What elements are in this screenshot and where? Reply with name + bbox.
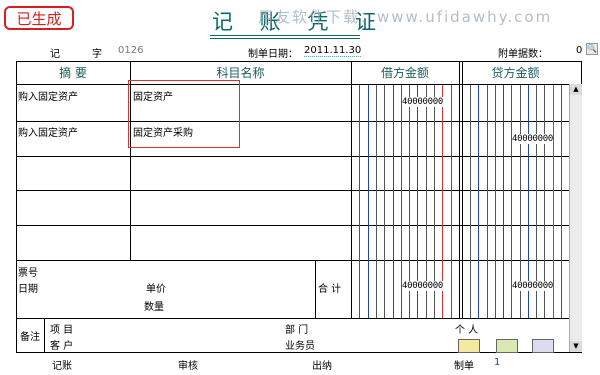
digit-grid-line: [470, 85, 472, 318]
customer-label: 客 户: [50, 341, 74, 352]
date-label-bottom: 日期: [18, 284, 38, 295]
col-credit: 贷方金额: [491, 66, 540, 80]
voucher-table: [16, 61, 582, 353]
col-account: 科目名称: [216, 66, 265, 80]
search-icon[interactable]: 🔍: [586, 43, 598, 55]
voucher-number[interactable]: 0126: [118, 45, 143, 56]
attachments-label: 附单据数：: [498, 49, 548, 60]
col-divider: [315, 260, 316, 318]
digit-grid-line: [450, 85, 452, 318]
watermark: 用友软件下载：www.ufidawhy.com: [258, 8, 553, 26]
selection-highlight: [128, 80, 240, 148]
col-divider: [459, 62, 460, 318]
salesman-label: 业务员: [285, 341, 315, 352]
col-divider: [462, 62, 463, 318]
row2-summary[interactable]: 购入固定资产: [18, 124, 78, 139]
scroll-up-icon[interactable]: ▲: [570, 84, 582, 95]
voucher-word-label: 记: [50, 49, 60, 60]
quantity-label: 数量: [144, 302, 164, 313]
unit-price-label: 单价: [146, 284, 166, 295]
date-label: 制单日期：: [248, 49, 298, 60]
col-divider: [44, 318, 45, 352]
project-label: 项 目: [50, 325, 74, 336]
row1-summary[interactable]: 购入固定资产: [18, 88, 78, 103]
status-stamp: 已生成: [4, 6, 74, 30]
department-label: 部 门: [285, 325, 309, 336]
credit-total: 40000000: [512, 281, 553, 291]
col-debit: 借方金额: [380, 66, 429, 80]
attachments-count[interactable]: 0: [576, 45, 582, 56]
maker-label: 制单: [454, 361, 474, 372]
col-divider: [351, 62, 352, 318]
book-icon[interactable]: [496, 339, 518, 353]
scroll-down-icon[interactable]: ▼: [570, 341, 582, 352]
digit-grid-line: [560, 85, 562, 318]
row1-debit[interactable]: 40000000: [402, 97, 443, 107]
zi-label: 字: [92, 49, 102, 60]
digit-grid-line: [359, 85, 361, 318]
debit-total: 40000000: [402, 281, 443, 291]
bookkeep-label: 记账: [52, 361, 72, 372]
digit-grid-line: [494, 85, 496, 318]
remarks-divider: [16, 318, 569, 319]
digit-grid-line: [367, 85, 369, 318]
ticket-no-label: 票号: [18, 268, 38, 279]
remark-label: 备注: [20, 332, 40, 343]
digit-grid-line: [392, 85, 394, 318]
digit-grid-line: [384, 85, 386, 318]
cashier-label: 出纳: [312, 361, 332, 372]
digit-grid-line: [478, 85, 480, 318]
total-label: 合 计: [318, 284, 342, 295]
maker-value: 1: [494, 357, 501, 368]
digit-grid-line: [486, 85, 488, 318]
person-label: 个 人: [455, 325, 479, 336]
digit-grid-line: [503, 85, 505, 318]
date-field[interactable]: 2011.11.30: [304, 45, 362, 57]
digit-grid-line: [375, 85, 377, 318]
col-summary: 摘 要: [59, 66, 87, 80]
review-label: 审核: [178, 361, 198, 372]
vertical-scrollbar[interactable]: ▲ ▼: [569, 84, 582, 352]
title-underline: [210, 35, 360, 39]
card-icon[interactable]: [458, 339, 480, 353]
row2-credit[interactable]: 40000000: [512, 134, 553, 144]
tool-icon[interactable]: [532, 339, 554, 353]
